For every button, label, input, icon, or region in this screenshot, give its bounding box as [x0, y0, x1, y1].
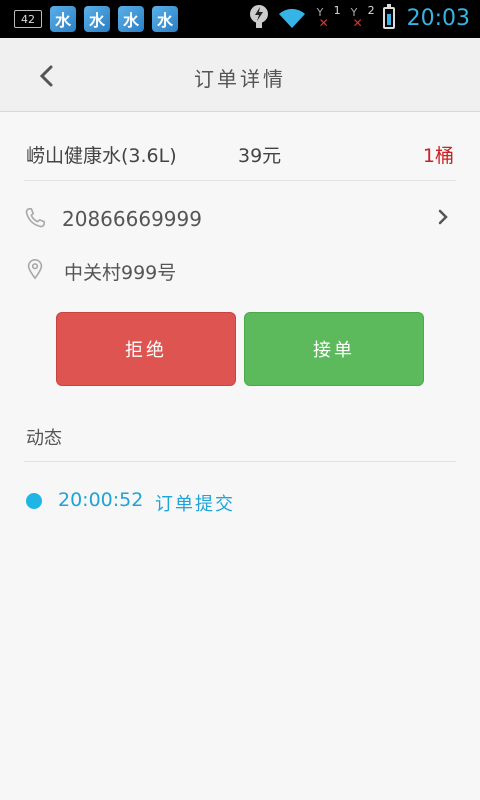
accept-button[interactable]: 接单 — [244, 312, 424, 386]
sim2-label: 2 — [367, 4, 375, 17]
location-pin-icon — [27, 259, 43, 280]
product-price: 39元 — [238, 145, 282, 167]
chevron-right-icon — [438, 209, 448, 225]
water-app-icon: 水 — [50, 6, 76, 32]
water-app-icon: 水 — [152, 6, 178, 32]
clock: 20:03 — [406, 5, 470, 31]
reject-button[interactable]: 拒绝 — [56, 312, 236, 386]
sim1-label: 1 — [333, 4, 341, 17]
sim1-signal-icon: Y 1 ✕ — [316, 4, 341, 30]
divider — [24, 180, 456, 181]
phone-number: 20866669999 — [62, 207, 202, 231]
page-title: 订单详情 — [194, 67, 286, 91]
app-header: 订单详情 — [0, 38, 480, 112]
wifi-icon — [278, 8, 305, 28]
delivery-address: 中关村999号 — [64, 262, 177, 284]
product-name: 崂山健康水(3.6L) — [26, 145, 177, 167]
timeline-time: 20:00:52 — [58, 489, 144, 511]
timeline-text: 订单提交 — [155, 494, 235, 515]
water-app-icon: 水 — [84, 6, 110, 32]
sim2-signal-icon: Y 2 ✕ — [350, 4, 375, 30]
water-app-icon: 水 — [118, 6, 144, 32]
activity-section-title: 动态 — [26, 428, 62, 449]
product-quantity: 1桶 — [422, 145, 454, 167]
status-bar: 42 水 水 水 水 Y 1 ✕ Y 2 ✕ 20:03 — [0, 0, 480, 38]
timeline-dot-icon — [26, 493, 42, 509]
battery-icon — [382, 4, 395, 29]
status-bar-left: 42 水 水 水 水 — [14, 6, 178, 32]
notification-count-badge: 42 — [14, 10, 42, 28]
status-bar-right: Y 1 ✕ Y 2 ✕ 20:03 — [249, 4, 470, 32]
phone-icon — [25, 208, 45, 228]
divider — [24, 461, 456, 462]
lightning-bulb-icon — [249, 5, 268, 28]
